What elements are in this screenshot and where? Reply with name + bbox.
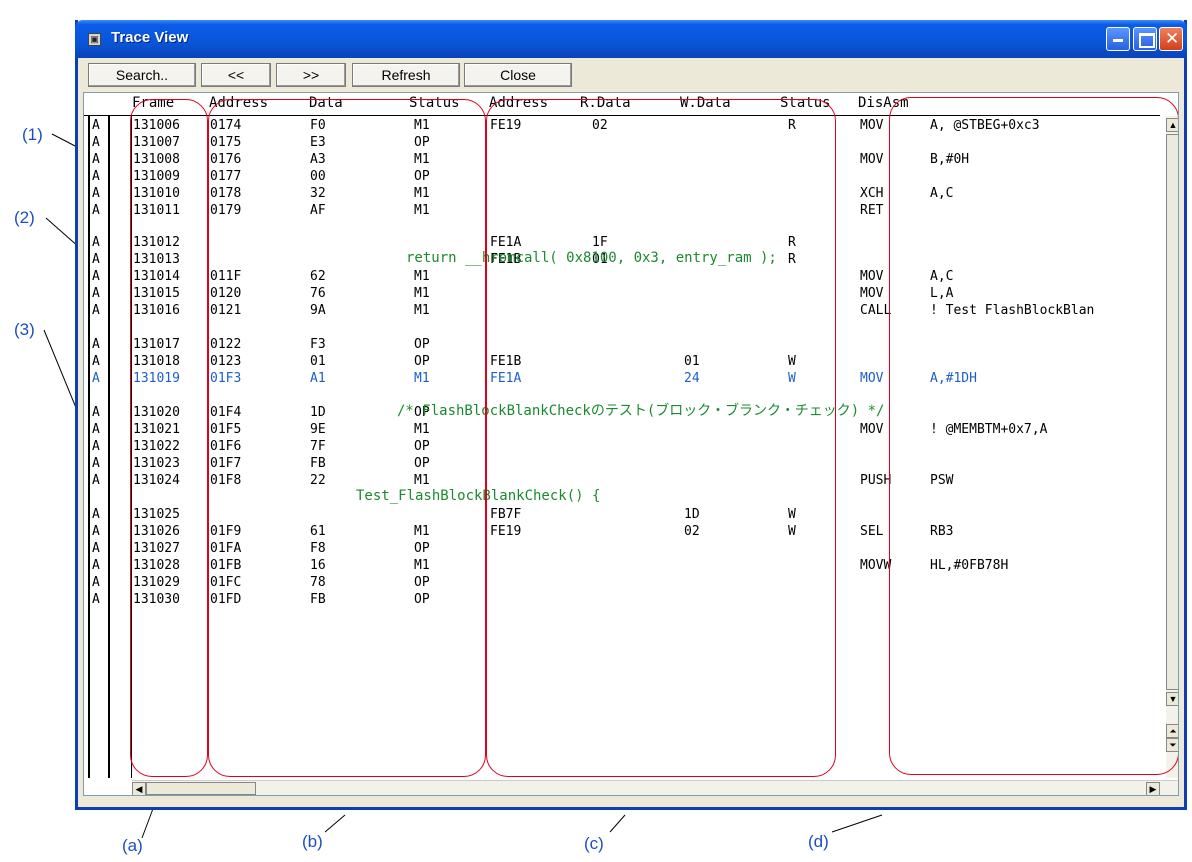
- row-mark: A: [92, 575, 100, 590]
- row-mark: A: [92, 592, 100, 607]
- refresh-button[interactable]: Refresh: [352, 63, 460, 87]
- row-mark: A: [92, 473, 100, 488]
- next-button[interactable]: >>: [276, 63, 346, 87]
- previous-button[interactable]: <<: [201, 63, 271, 87]
- callout-d: (d): [808, 832, 829, 851]
- row-mark: A: [92, 507, 100, 522]
- callout-2: (2): [14, 208, 35, 227]
- mnemonic-cell: MOV: [860, 422, 884, 437]
- callout-a: (a): [122, 836, 143, 855]
- minimize-button[interactable]: [1106, 27, 1130, 51]
- callout-1: (1): [22, 125, 43, 144]
- horizontal-scroll-thumb[interactable]: [146, 782, 256, 795]
- row-mark: A: [92, 135, 100, 150]
- search-button[interactable]: Search..: [88, 63, 196, 87]
- minimize-icon: [1113, 39, 1123, 42]
- title-bar[interactable]: ▣ Trace View ✕: [75, 20, 1187, 58]
- close-window-button[interactable]: ✕: [1159, 27, 1183, 51]
- callout-b: (b): [302, 832, 323, 851]
- callout-c: (c): [584, 834, 604, 853]
- row-mark: A: [92, 558, 100, 573]
- mnemonic-cell: SEL: [860, 524, 884, 539]
- row-mark: A: [92, 203, 100, 218]
- row-mark: A: [92, 422, 100, 437]
- toolbar: Search.. << >> Refresh Close: [78, 58, 1184, 92]
- row-mark: A: [92, 303, 100, 318]
- row-mark: A: [92, 439, 100, 454]
- row-mark: A: [92, 235, 100, 250]
- mnemonic-cell: CALL: [860, 303, 892, 318]
- window-title: Trace View: [111, 29, 189, 46]
- window-app-icon: ▣: [88, 33, 101, 46]
- mnemonic-cell: MOV: [860, 269, 884, 284]
- scroll-right-icon[interactable]: ▶: [1146, 782, 1160, 795]
- scroll-left-icon[interactable]: ◀: [132, 782, 146, 795]
- row-mark: A: [92, 152, 100, 167]
- row-mark: A: [92, 337, 100, 352]
- trace-view-window: ▣ Trace View ✕ Search.. << >> Refresh Cl…: [75, 20, 1187, 810]
- row-mark: A: [92, 118, 100, 133]
- row-mark: A: [92, 252, 100, 267]
- row-mark: A: [92, 541, 100, 556]
- row-mark: A: [92, 524, 100, 539]
- region-box-a: [130, 99, 208, 777]
- row-mark: A: [92, 286, 100, 301]
- mnemonic-cell: MOV: [860, 286, 884, 301]
- mnemonic-cell: MOV: [860, 152, 884, 167]
- row-mark: A: [92, 456, 100, 471]
- callout-3: (3): [14, 320, 35, 339]
- row-mark: A: [92, 371, 100, 386]
- mnemonic-cell: MOV: [860, 371, 884, 386]
- maximize-icon: [1139, 33, 1155, 48]
- mnemonic-cell: MOV: [860, 118, 884, 133]
- region-box-c: [486, 99, 836, 777]
- mnemonic-cell: MOVW: [860, 558, 892, 573]
- region-box-d: [889, 97, 1178, 775]
- row-mark: A: [92, 269, 100, 284]
- row-mark: A: [92, 169, 100, 184]
- mnemonic-cell: RET: [860, 203, 884, 218]
- row-mark: A: [92, 354, 100, 369]
- region-box-b: [208, 99, 486, 777]
- horizontal-scrollbar[interactable]: ◀ ▶: [132, 780, 1178, 795]
- maximize-button[interactable]: [1133, 27, 1157, 51]
- row-mark: A: [92, 405, 100, 420]
- close-button[interactable]: Close: [464, 63, 572, 87]
- row-mark: A: [92, 186, 100, 201]
- mnemonic-cell: PUSH: [860, 473, 892, 488]
- mnemonic-cell: XCH: [860, 186, 884, 201]
- trace-table[interactable]: Frame Address Data Status Address R.Data…: [83, 92, 1179, 796]
- close-icon: ✕: [1165, 29, 1180, 49]
